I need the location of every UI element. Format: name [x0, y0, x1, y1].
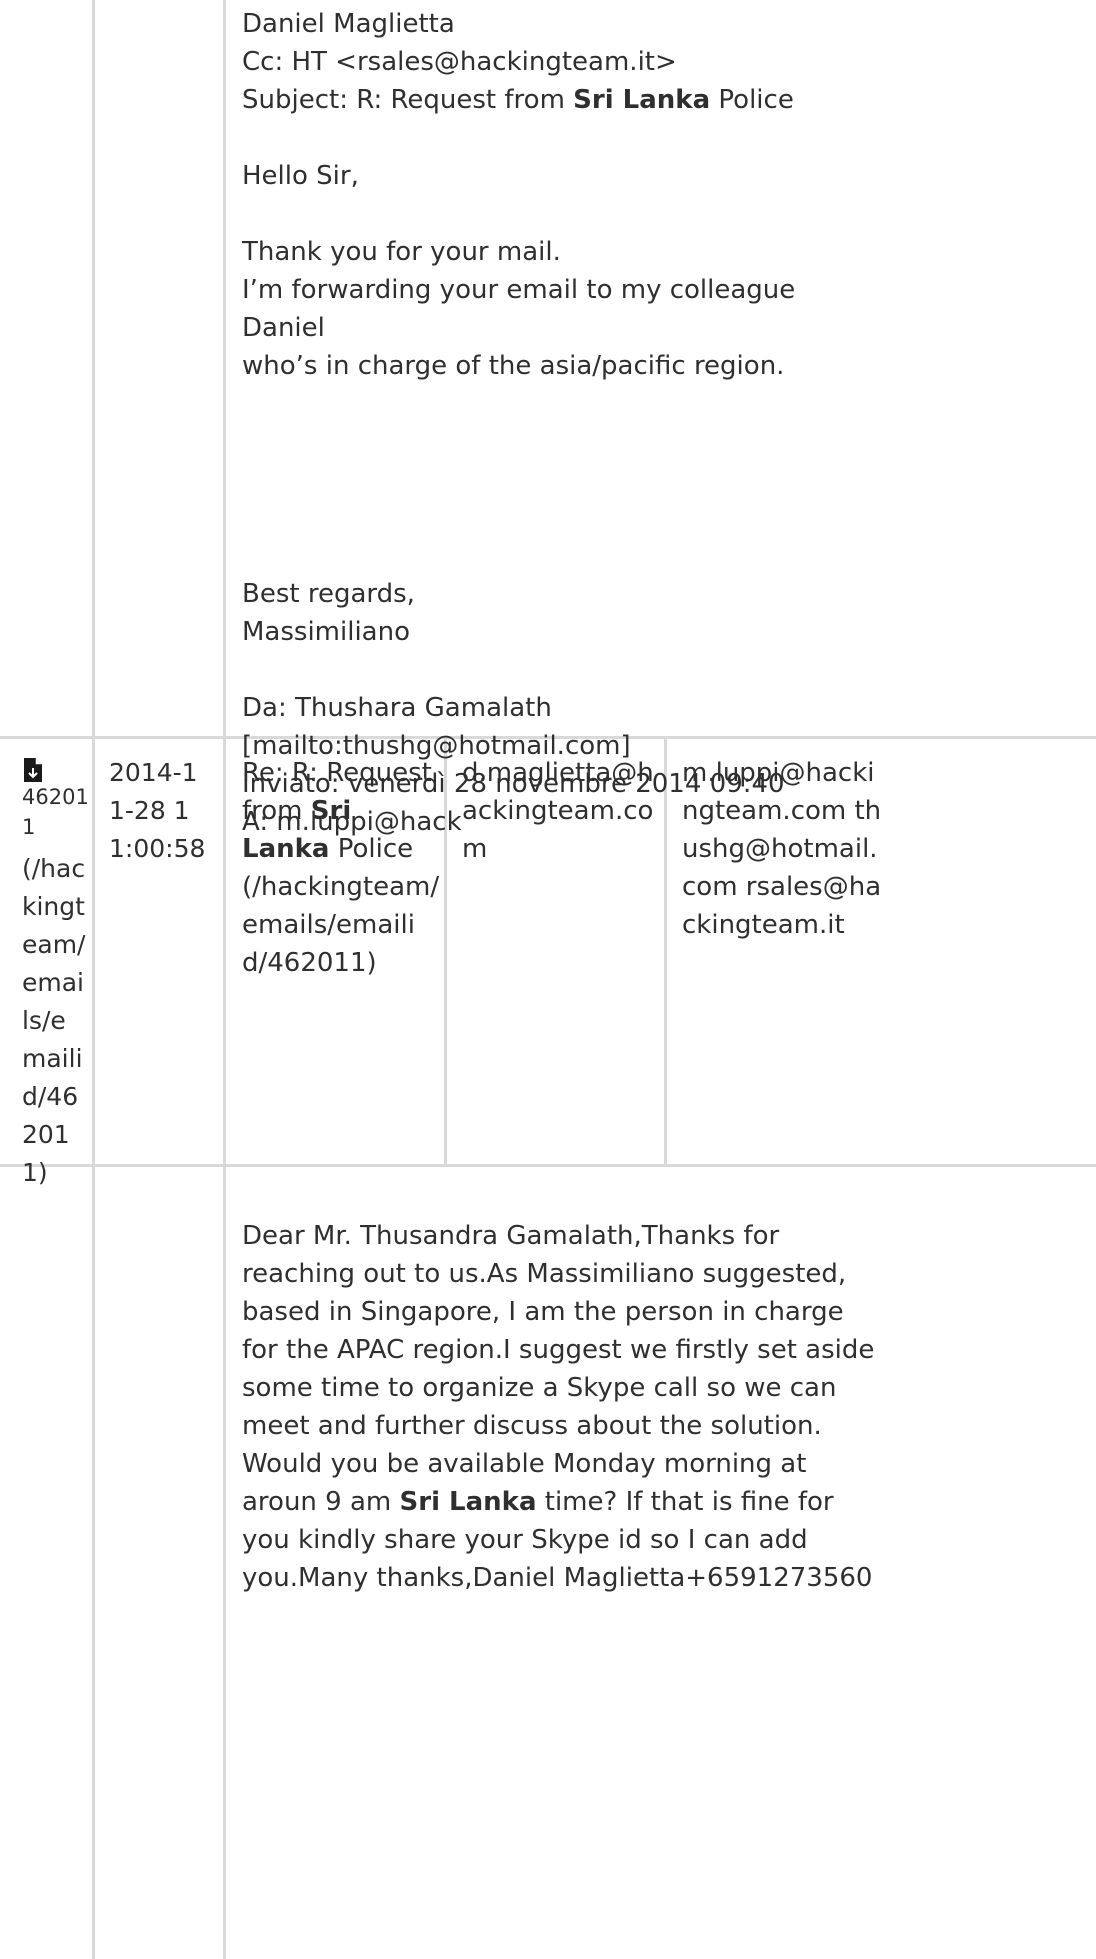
email-subject[interactable]: Re: R: Request from Sri Lanka Police	[242, 758, 432, 864]
body-line: Massimiliano	[242, 617, 410, 647]
row1-body: Daniel Maglietta Cc: HT <rsales@hackingt…	[242, 5, 882, 841]
body-line: Thank you for your mail.	[242, 237, 561, 267]
email-to: m.luppi@hackingteam.com thushg@hotmail.c…	[682, 758, 882, 940]
email-id-number: 462011	[22, 785, 89, 839]
body-line: Da: Thushara Gamalath	[242, 693, 552, 723]
col-divider-2	[223, 0, 226, 1959]
email-date-cell: 2014-11-28 11:00:58	[109, 754, 209, 868]
body-line: Best regards,	[242, 579, 415, 609]
email-subject-link[interactable]: (/hackingteam/emails/emailid/462011)	[242, 868, 440, 982]
file-download-icon[interactable]	[22, 756, 44, 782]
email-id-cell[interactable]: 462011 (/hackingteam/emails/emailid/4620…	[22, 750, 90, 1192]
email-id-link[interactable]: (/hackingteam/emails/emailid/462011)	[22, 850, 90, 1192]
body-line: Cc: HT <rsales@hackingteam.it>	[242, 47, 677, 77]
email-from-cell: d.maglietta@hackingteam.com	[462, 754, 658, 868]
body-line: I’m forwarding your email to my colleagu…	[242, 275, 804, 343]
row3-body: Dear Mr. Thusandra Gamalath,Thanks for r…	[242, 1217, 882, 1597]
body-subject-line: Subject: R: Request from Sri Lanka Polic…	[242, 85, 794, 115]
highlight-term: Sri Lanka	[399, 1487, 537, 1517]
highlight-term: Sri Lanka	[573, 85, 711, 115]
email-to-cell: m.luppi@hackingteam.com thushg@hotmail.c…	[682, 754, 882, 944]
body-line: Hello Sir,	[242, 161, 359, 191]
email-from: d.maglietta@hackingteam.com	[462, 758, 654, 864]
email-date: 2014-11-28 11:00:58	[109, 758, 206, 863]
row-divider-2	[0, 1164, 1096, 1167]
email-body-text: Dear Mr. Thusandra Gamalath,Thanks for r…	[242, 1221, 875, 1593]
email-results-table: Daniel Maglietta Cc: HT <rsales@hackingt…	[0, 0, 1096, 1959]
col-divider-1	[92, 0, 95, 1959]
body-line: Daniel Maglietta	[242, 9, 455, 39]
email-subject-cell[interactable]: Re: R: Request from Sri Lanka Police (/h…	[242, 754, 440, 982]
body-line: who’s in charge of the asia/pacific regi…	[242, 351, 785, 381]
